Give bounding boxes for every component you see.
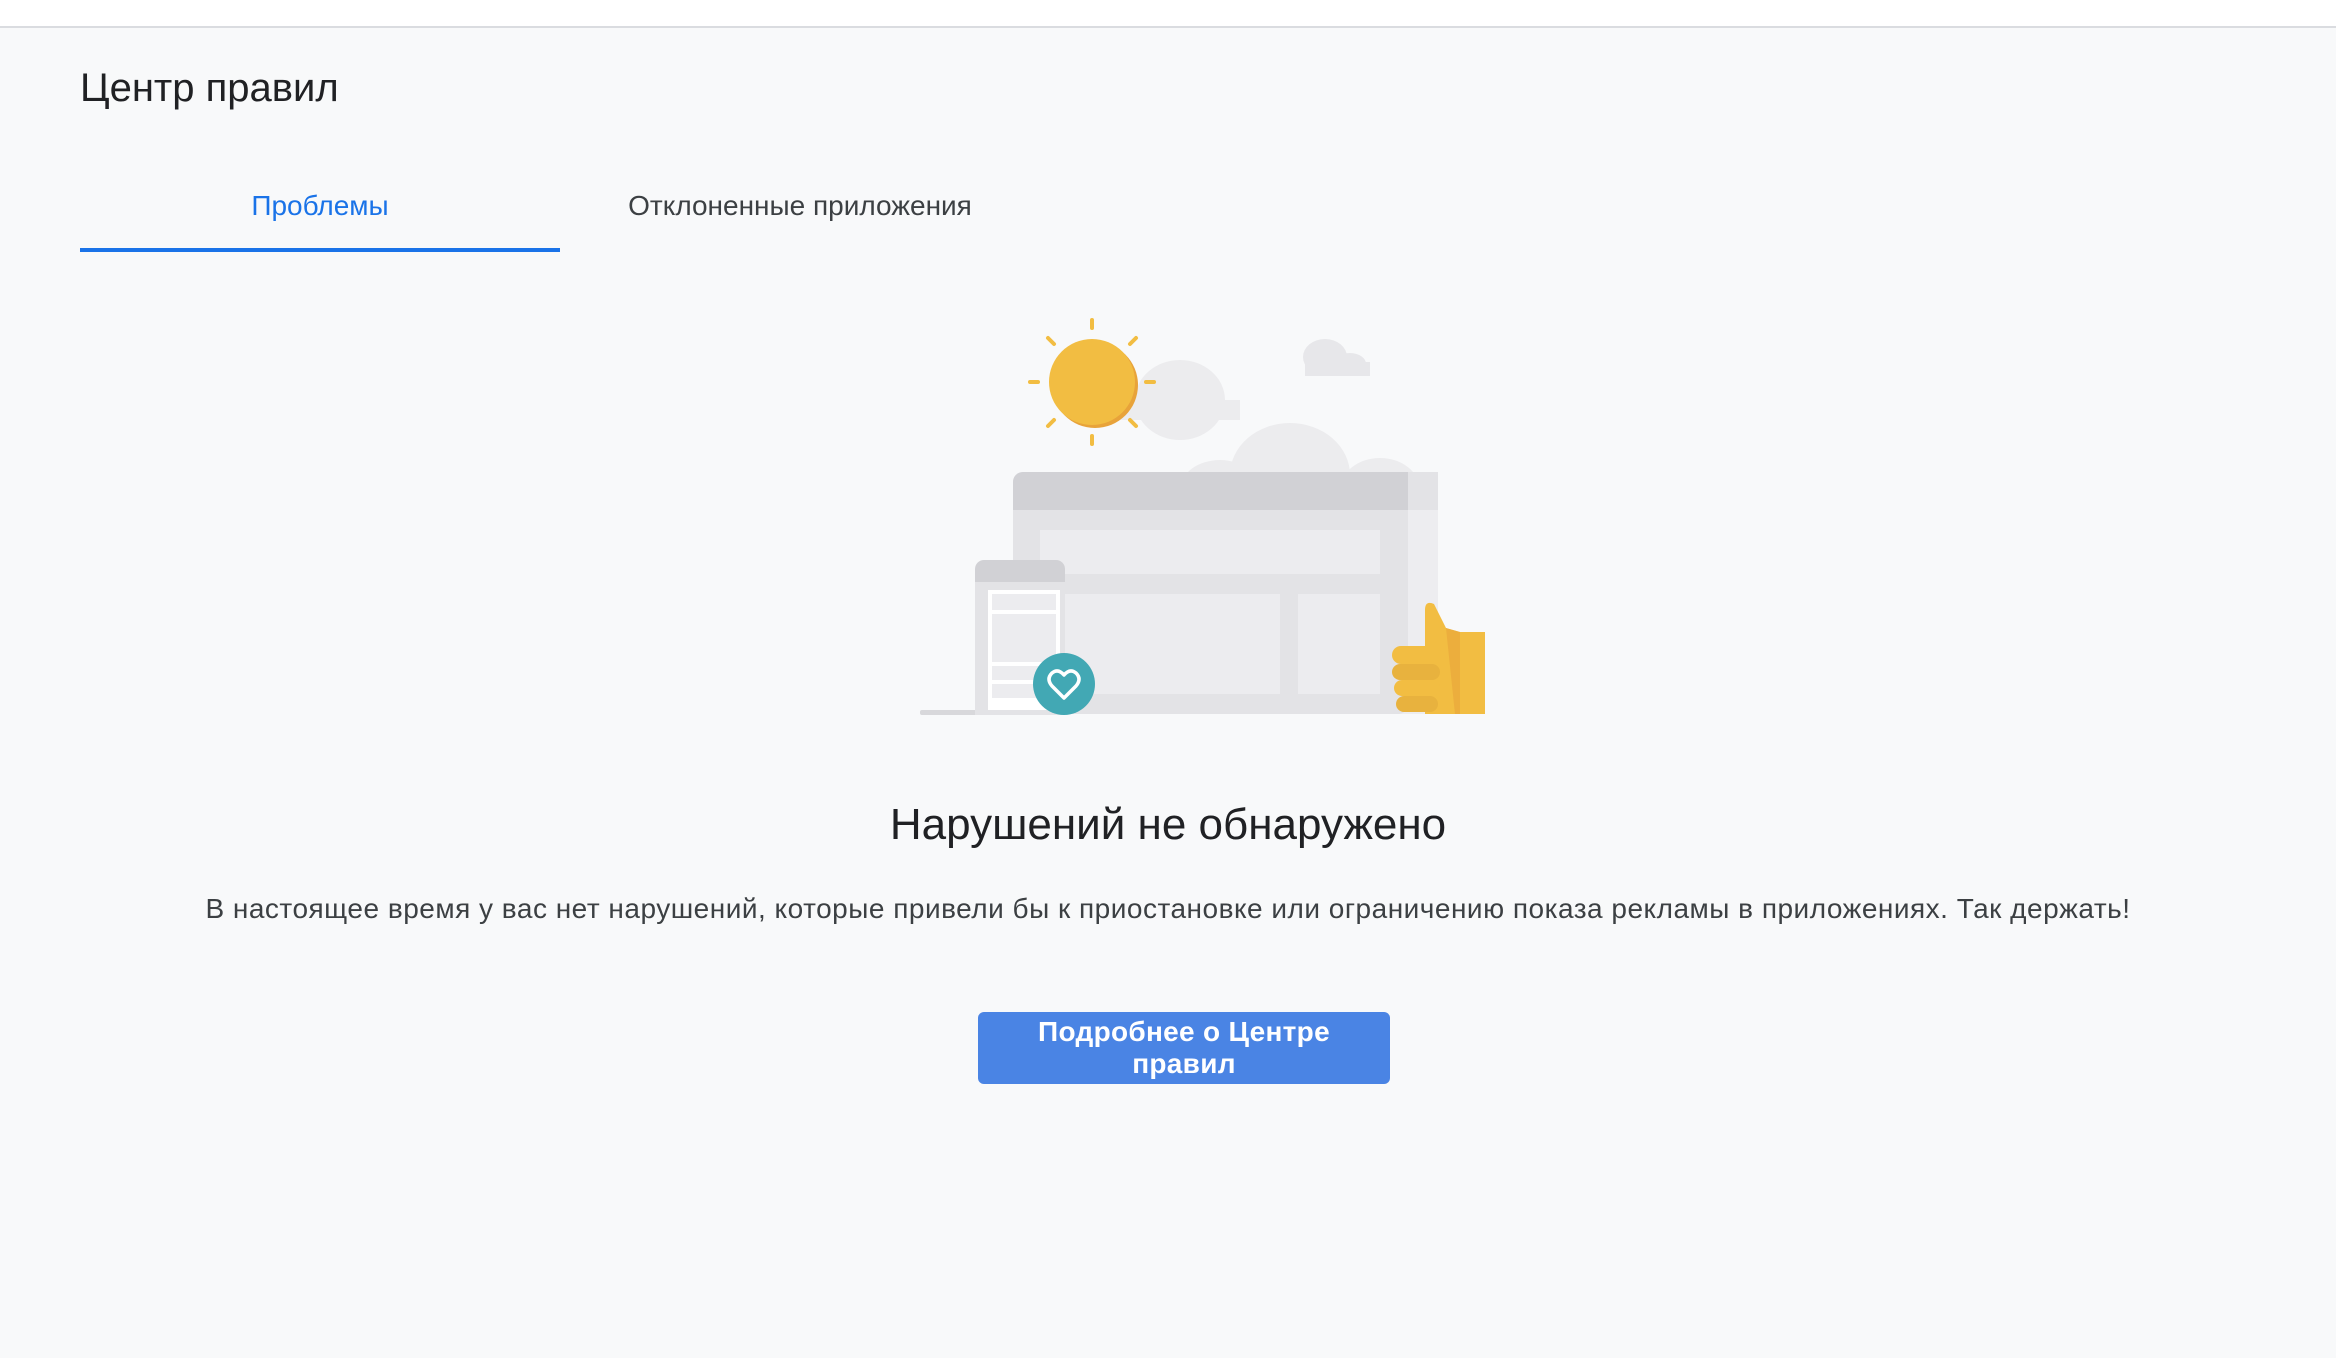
active-tab-indicator xyxy=(80,248,560,252)
top-bar xyxy=(0,0,2336,28)
tab-bar: Проблемы Отклоненные приложения xyxy=(80,160,1080,252)
heart-icon xyxy=(1033,653,1095,715)
cloud-icon xyxy=(1303,339,1370,376)
tab-issues-label: Проблемы xyxy=(251,190,389,221)
empty-state-description: В настоящее время у вас нет нарушений, к… xyxy=(205,893,2131,924)
page-title: Центр правил xyxy=(80,66,339,110)
learn-more-button[interactable]: Подробнее о Центре правил xyxy=(978,1012,1390,1084)
cloud-icon xyxy=(1120,360,1240,440)
tab-rejected-apps[interactable]: Отклоненные приложения xyxy=(560,160,1040,252)
sun-icon xyxy=(1028,318,1156,446)
empty-state-heading: Нарушений не обнаружено xyxy=(889,800,1447,849)
tab-issues[interactable]: Проблемы xyxy=(80,160,560,252)
no-issues-illustration xyxy=(880,310,1500,730)
tab-rejected-apps-label: Отклоненные приложения xyxy=(628,190,972,221)
